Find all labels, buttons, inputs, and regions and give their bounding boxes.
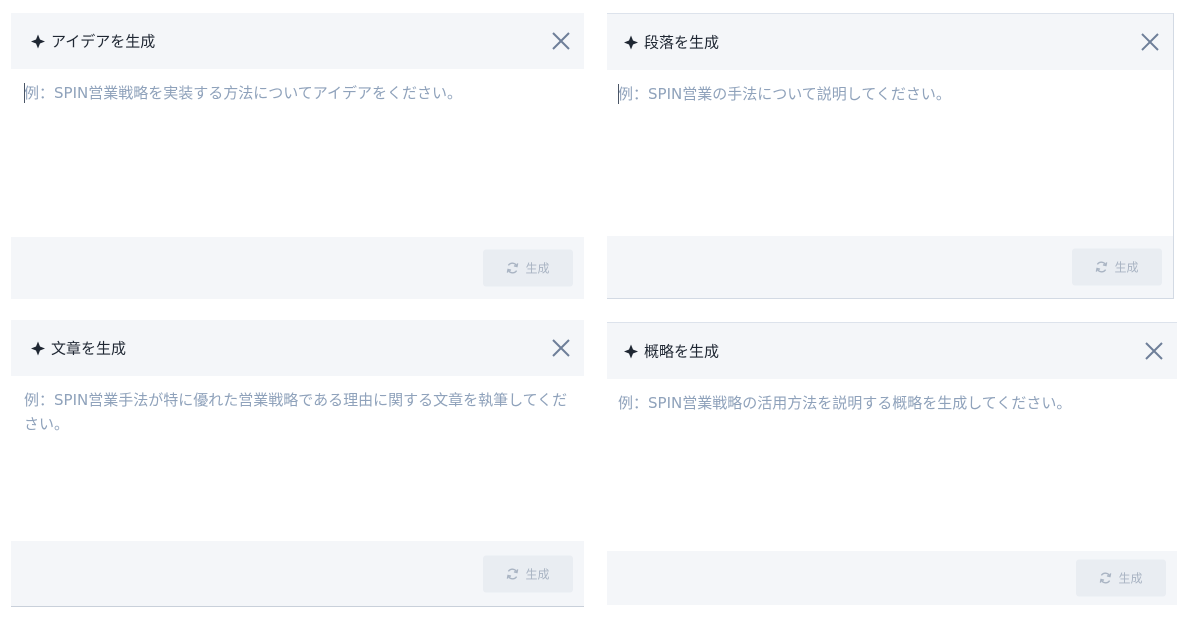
generate-button-label: 生成 xyxy=(1114,260,1139,275)
panel-footer: 生成 xyxy=(607,236,1173,298)
panel-header: アイデアを生成 xyxy=(11,13,584,69)
sparkle-icon xyxy=(31,341,45,355)
generate-button[interactable]: 生成 xyxy=(483,555,573,592)
generate-outline-panel: 概略を生成 生成 xyxy=(607,322,1177,605)
prompt-input[interactable] xyxy=(11,69,584,237)
generate-paragraph-panel: 段落を生成 生成 xyxy=(607,13,1174,299)
panel-title: 文章を生成 xyxy=(31,338,126,359)
panel-header: 段落を生成 xyxy=(607,14,1173,70)
prompt-input[interactable] xyxy=(11,376,584,544)
text-cursor xyxy=(24,83,25,103)
text-cursor xyxy=(618,84,619,104)
prompt-input[interactable] xyxy=(607,379,1177,543)
generate-idea-panel: アイデアを生成 生成 xyxy=(11,13,584,299)
generate-essay-panel: 文章を生成 生成 xyxy=(11,320,584,607)
panel-title-text: 段落を生成 xyxy=(644,33,720,52)
sparkle-icon xyxy=(624,344,638,358)
generate-button[interactable]: 生成 xyxy=(1076,559,1166,597)
generate-button[interactable]: 生成 xyxy=(483,249,573,287)
panel-footer: 生成 xyxy=(607,551,1177,605)
refresh-icon xyxy=(1100,572,1112,584)
panel-footer: 生成 xyxy=(11,237,584,299)
close-icon[interactable] xyxy=(550,337,572,359)
sparkle-icon xyxy=(31,34,45,48)
panel-header: 概略を生成 xyxy=(607,323,1177,379)
panel-footer: 生成 xyxy=(11,541,584,606)
generate-button-label: 生成 xyxy=(1118,571,1143,586)
panel-header: 文章を生成 xyxy=(11,320,584,376)
refresh-icon xyxy=(507,568,519,579)
close-icon[interactable] xyxy=(550,30,572,52)
panel-title: アイデアを生成 xyxy=(31,31,155,52)
panel-title-text: 文章を生成 xyxy=(51,339,127,358)
generate-button-label: 生成 xyxy=(525,567,550,581)
close-icon[interactable] xyxy=(1143,340,1165,362)
refresh-icon xyxy=(1096,261,1108,273)
panel-title: 段落を生成 xyxy=(624,32,719,53)
refresh-icon xyxy=(507,262,519,274)
sparkle-icon xyxy=(624,35,638,49)
prompt-input[interactable] xyxy=(607,70,1173,236)
panel-title: 概略を生成 xyxy=(624,341,719,362)
generate-button-label: 生成 xyxy=(525,261,550,276)
panel-title-text: アイデアを生成 xyxy=(51,32,156,51)
close-icon[interactable] xyxy=(1139,31,1161,53)
generate-button[interactable]: 生成 xyxy=(1072,248,1162,286)
panel-title-text: 概略を生成 xyxy=(644,342,720,361)
